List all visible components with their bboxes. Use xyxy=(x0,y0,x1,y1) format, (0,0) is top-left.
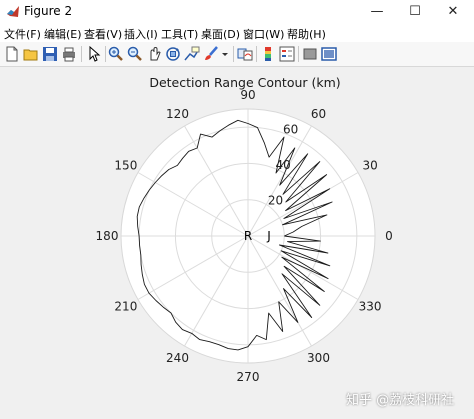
angle-tick-label: 330 xyxy=(359,300,382,314)
chart-title: Detection Range Contour (km) xyxy=(149,75,340,90)
figure-canvas[interactable]: 0 30 60 90 120 150 180 210 240 270 300 330 20 40 60 De… xyxy=(0,67,474,419)
window-title: Figure 2 xyxy=(24,4,73,18)
angle-tick-label: 60 xyxy=(311,107,326,121)
radial-tick-label: 40 xyxy=(275,158,290,172)
angle-tick-label: 300 xyxy=(307,351,330,365)
select-arrow-icon[interactable] xyxy=(86,46,102,62)
legend-icon[interactable] xyxy=(279,46,295,62)
toolbar-separator xyxy=(298,46,299,62)
new-figure-icon[interactable] xyxy=(4,46,20,62)
window-title-bar: Figure 2 — ☐ ✕ xyxy=(0,0,474,24)
figure-toolbar xyxy=(0,42,474,67)
angle-tick-label: 150 xyxy=(114,159,137,173)
save-icon[interactable] xyxy=(42,46,58,62)
show-plot-tools-icon[interactable] xyxy=(321,46,337,62)
hide-plot-tools-icon[interactable] xyxy=(302,46,318,62)
maximize-button[interactable]: ☐ xyxy=(396,0,434,24)
menu-window[interactable]: 窗口(W) xyxy=(243,26,284,42)
polar-plot: 0 30 60 90 120 150 180 210 240 270 300 330 20 40 60 De… xyxy=(96,75,393,384)
center-label-r: R xyxy=(244,229,252,243)
watermark-text: 知乎 @荔枝科研社 xyxy=(346,393,455,408)
print-icon[interactable] xyxy=(61,46,77,62)
zoom-out-icon[interactable] xyxy=(127,46,143,62)
angle-tick-label: 90 xyxy=(240,88,255,102)
open-file-icon[interactable] xyxy=(23,46,39,62)
brush-dropdown-arrow-icon[interactable] xyxy=(220,46,230,62)
toolbar-separator xyxy=(256,46,257,62)
data-cursor-icon[interactable] xyxy=(184,46,200,62)
angle-tick-label: 0 xyxy=(385,229,393,243)
menu-tools[interactable]: 工具(T) xyxy=(161,26,198,42)
center-label-j: J xyxy=(266,229,271,243)
zoom-in-icon[interactable] xyxy=(108,46,124,62)
angle-tick-label: 180 xyxy=(96,229,119,243)
menu-help[interactable]: 帮助(H) xyxy=(287,26,326,42)
matlab-logo-icon xyxy=(7,6,19,17)
pan-icon[interactable] xyxy=(146,46,162,62)
angle-tick-label: 270 xyxy=(237,370,260,384)
toolbar-separator xyxy=(105,46,106,62)
radial-tick-label: 60 xyxy=(283,123,298,137)
link-plot-icon[interactable] xyxy=(237,46,253,62)
rotate-3d-icon[interactable] xyxy=(165,46,181,62)
brush-icon[interactable] xyxy=(203,46,219,62)
angle-tick-label: 30 xyxy=(362,159,377,173)
menu-bar: 文件(F) 编辑(E) 查看(V) 插入(I) 工具(T) 桌面(D) 窗口(W… xyxy=(0,24,474,42)
close-button[interactable]: ✕ xyxy=(434,0,472,24)
minimize-button[interactable]: — xyxy=(358,0,396,24)
menu-file[interactable]: 文件(F) xyxy=(4,26,41,42)
menu-insert[interactable]: 插入(I) xyxy=(124,26,158,42)
angle-tick-label: 120 xyxy=(166,107,189,121)
menu-edit[interactable]: 编辑(E) xyxy=(44,26,82,42)
toolbar-separator xyxy=(233,46,234,62)
angle-tick-label: 240 xyxy=(166,351,189,365)
colorbar-icon[interactable] xyxy=(260,46,276,62)
menu-view[interactable]: 查看(V) xyxy=(84,26,122,42)
toolbar-separator xyxy=(81,46,82,62)
menu-desktop[interactable]: 桌面(D) xyxy=(201,26,240,42)
radial-tick-label: 20 xyxy=(268,194,283,208)
angle-tick-label: 210 xyxy=(114,300,137,314)
